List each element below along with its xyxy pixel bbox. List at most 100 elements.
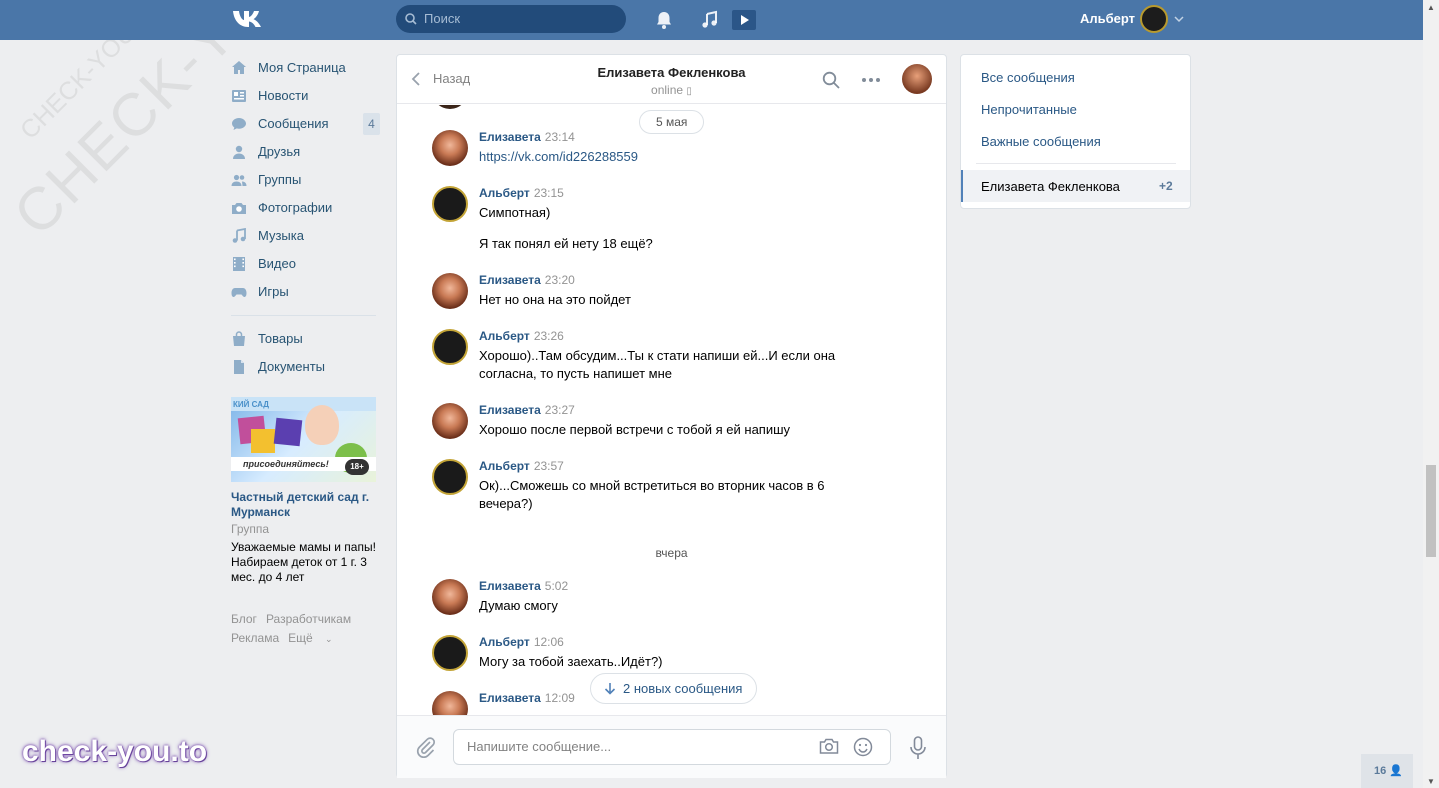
- sidebar-item-goods[interactable]: Товары: [231, 329, 381, 357]
- sidebar-item-groups[interactable]: Группы: [231, 170, 381, 198]
- music-icon[interactable]: [700, 10, 720, 30]
- top-header: Поиск Альберт: [0, 0, 1423, 40]
- message-time[interactable]: 23:15: [534, 186, 564, 200]
- paperclip-icon[interactable]: [416, 736, 436, 758]
- message-link[interactable]: https://vk.com/id226288559: [479, 149, 638, 164]
- message-text: Я так понял ей нету 18 ещё?: [479, 236, 653, 251]
- search-input[interactable]: Поиск: [396, 5, 626, 33]
- message-author[interactable]: Альберт: [479, 635, 530, 649]
- bag-icon: [233, 331, 245, 346]
- play-icon[interactable]: [732, 10, 756, 30]
- message-meta: Альберт 23:57: [479, 459, 564, 473]
- search-placeholder: Поиск: [424, 11, 461, 26]
- vk-logo-icon[interactable]: [231, 8, 265, 30]
- avatar[interactable]: [432, 130, 468, 166]
- user-name[interactable]: Альберт: [1080, 0, 1135, 40]
- message-time[interactable]: 23:20: [545, 273, 575, 287]
- camera-icon[interactable]: [819, 737, 839, 755]
- sidebar-item-label: Фотографии: [258, 200, 333, 215]
- message-time[interactable]: 23:26: [534, 329, 564, 343]
- peer-status-text: online: [651, 83, 684, 97]
- avatar[interactable]: [432, 186, 468, 222]
- sidebar-item-label: Новости: [258, 88, 309, 103]
- sidebar-item-my-page[interactable]: Моя Страница: [231, 58, 381, 86]
- message-author[interactable]: Елизавета: [479, 579, 541, 593]
- avatar[interactable]: [432, 579, 468, 615]
- sidebar-item-news[interactable]: Новости: [231, 86, 381, 114]
- footer-link-blog[interactable]: Блог: [231, 612, 257, 626]
- watermark-bottom: check-you.to: [22, 735, 208, 768]
- message-time[interactable]: 23:14: [545, 130, 575, 144]
- avatar[interactable]: [432, 459, 468, 495]
- ad-text: Уважаемые мамы и папы! Набираем деток от…: [231, 540, 376, 584]
- message-author[interactable]: Альберт: [479, 459, 530, 473]
- arrow-down-icon: [604, 683, 616, 695]
- sidebar-item-messages[interactable]: Сообщения: [231, 114, 381, 142]
- sidebar-item-documents[interactable]: Документы: [231, 357, 381, 385]
- filter-unread[interactable]: Непрочитанные: [981, 102, 1077, 117]
- sidebar-ad[interactable]: КИЙ САД присоединяйтесь! 18+ Частный дет…: [231, 397, 377, 585]
- avatar: [432, 105, 468, 109]
- sidebar-footer-links: Блог Разработчикам Реклама Ещё ⌄: [231, 610, 381, 649]
- more-icon[interactable]: [861, 71, 881, 89]
- messages-icon: [232, 118, 246, 130]
- scrollbar-thumb[interactable]: [1426, 465, 1436, 557]
- scroll-up-arrow-icon[interactable]: ▲: [1427, 3, 1435, 12]
- message-author[interactable]: Альберт: [479, 329, 530, 343]
- scroll-down-arrow-icon[interactable]: ▼: [1427, 777, 1435, 786]
- message-time[interactable]: 12:06: [534, 635, 564, 649]
- user-avatar[interactable]: [1140, 5, 1168, 33]
- filter-all-messages[interactable]: Все сообщения: [981, 70, 1075, 85]
- messages-count-badge: 4: [363, 113, 380, 135]
- sidebar-item-video[interactable]: Видео: [231, 254, 381, 282]
- sidebar-item-label: Видео: [258, 256, 296, 271]
- message-text: Думаю смогу: [479, 598, 558, 613]
- sidebar-item-photos[interactable]: Фотографии: [231, 198, 381, 226]
- message-text: Хорошо)..Там обсудим...Ты к стати напиши…: [479, 348, 836, 381]
- message-history[interactable]: 5 мая Елизавета 23:14 https://vk.com/id22…: [397, 105, 946, 715]
- footer-link-ads[interactable]: Реклама: [231, 631, 279, 645]
- message-time[interactable]: 12:09: [545, 691, 575, 705]
- sidebar-item-label: Группы: [258, 172, 302, 187]
- sidebar-item-friends[interactable]: Друзья: [231, 142, 381, 170]
- new-messages-button[interactable]: 2 новых сообщения: [590, 673, 758, 704]
- chevron-down-icon[interactable]: [1173, 13, 1185, 25]
- ad-banner-image[interactable]: КИЙ САД присоединяйтесь! 18+: [231, 397, 376, 482]
- film-icon: [233, 257, 245, 271]
- smile-icon[interactable]: [853, 737, 873, 757]
- message-author[interactable]: Альберт: [479, 186, 530, 200]
- message-author[interactable]: Елизавета: [479, 273, 541, 287]
- message-time[interactable]: 23:57: [534, 459, 564, 473]
- message-text: Ок)...Сможешь со мной встретиться во вто…: [479, 478, 825, 511]
- bell-icon[interactable]: [654, 10, 674, 30]
- avatar[interactable]: [432, 273, 468, 309]
- new-messages-label: 2 новых сообщения: [623, 681, 743, 696]
- avatar[interactable]: [432, 329, 468, 365]
- active-conversation-count: +2: [1159, 179, 1173, 193]
- avatar[interactable]: [432, 403, 468, 439]
- footer-link-devs[interactable]: Разработчикам: [266, 612, 351, 626]
- date-pill[interactable]: 5 мая: [639, 110, 705, 134]
- active-conversation-item[interactable]: Елизавета Фекленкова +2: [961, 170, 1190, 202]
- microphone-icon[interactable]: [908, 736, 928, 760]
- avatar[interactable]: [432, 635, 468, 671]
- sidebar-item-games[interactable]: Игры: [231, 282, 381, 310]
- footer-link-more[interactable]: Ещё ⌄: [288, 631, 341, 645]
- filter-important[interactable]: Важные сообщения: [981, 134, 1101, 149]
- peer-avatar[interactable]: [902, 64, 932, 94]
- search-icon[interactable]: [822, 71, 840, 89]
- message-author[interactable]: Елизавета: [479, 403, 541, 417]
- sidebar-item-label: Сообщения: [258, 116, 329, 131]
- page-scrollbar[interactable]: [1423, 0, 1439, 788]
- message-author[interactable]: Елизавета: [479, 691, 541, 705]
- message-time[interactable]: 5:02: [545, 579, 568, 593]
- search-icon: [405, 13, 417, 25]
- camera-icon: [232, 203, 246, 214]
- user-icon: [233, 145, 245, 159]
- message-author[interactable]: Елизавета: [479, 130, 541, 144]
- online-friends-button[interactable]: 16 👤: [1361, 754, 1413, 788]
- avatar[interactable]: [432, 691, 468, 715]
- message-time[interactable]: 23:27: [545, 403, 575, 417]
- sidebar-item-music[interactable]: Музыка: [231, 226, 381, 254]
- ad-title[interactable]: Частный детский сад г. Мурманск: [231, 490, 377, 520]
